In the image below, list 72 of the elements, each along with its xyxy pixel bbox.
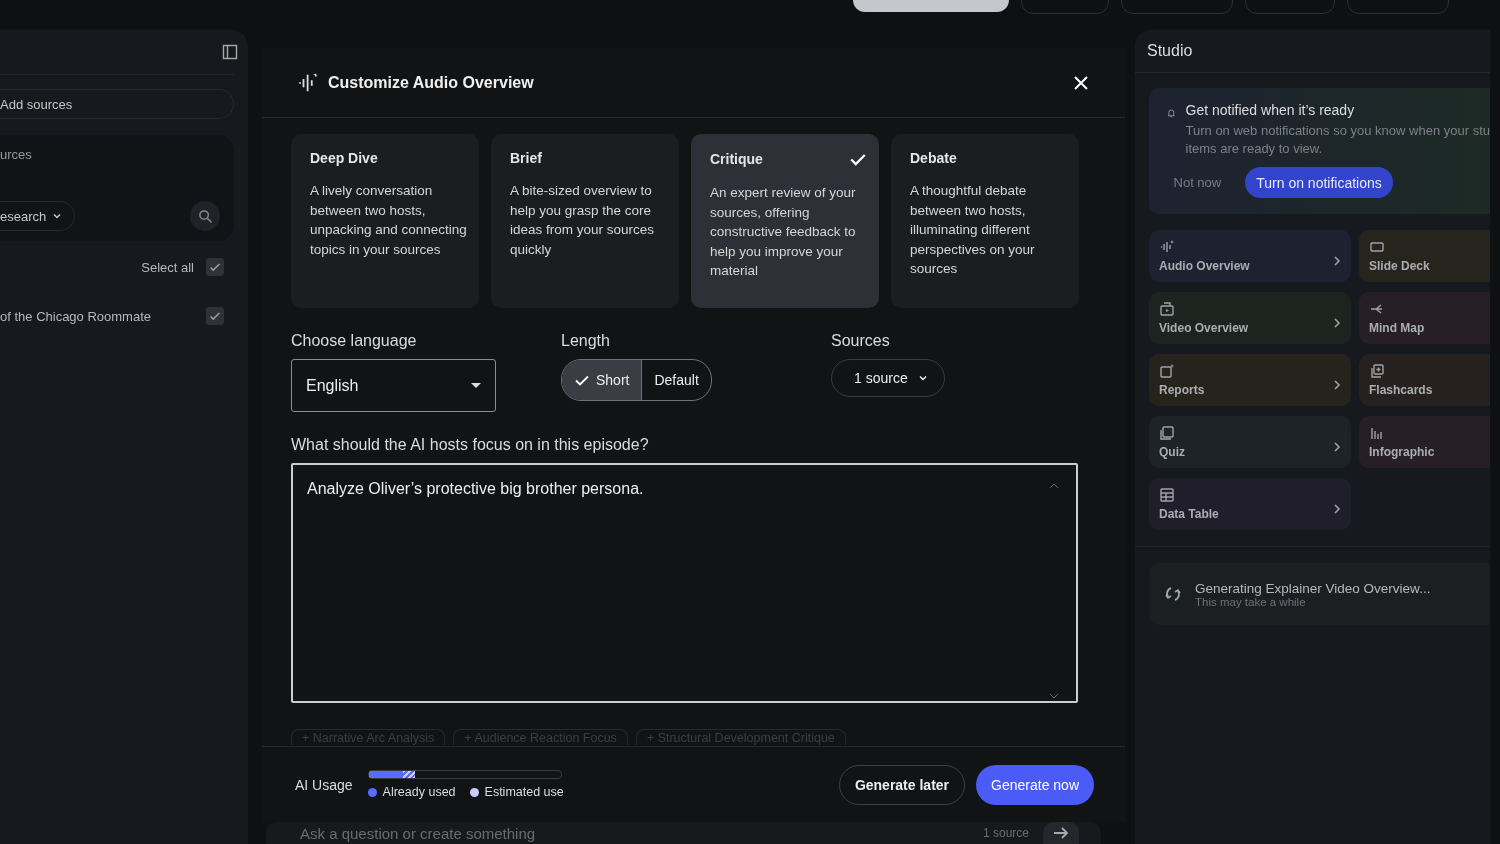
waveform-icon	[1159, 239, 1175, 255]
caret-icon	[917, 373, 928, 383]
format-description: A bite-sized overview to help you grasp the core ideas from your sources quickly	[510, 182, 656, 259]
notifications-button[interactable]: Turn on notifications	[1245, 167, 1393, 198]
chat-placeholder: Ask a question or create something	[300, 824, 537, 842]
panel-toggle-icon[interactable]	[222, 44, 238, 60]
notice-text: items are ready to view.	[1185, 139, 1323, 157]
format-description: A thoughtful debate between two hosts, illuminating different perspectives on your sources	[910, 182, 1036, 278]
checkbox[interactable]	[206, 257, 224, 276]
studio-tool[interactable]: Flashcards	[1359, 354, 1490, 406]
format-card[interactable]: Deep Dive A lively conversation between two hosts, unpacking and connecting topics in your sources	[291, 134, 479, 308]
scroll-down-icon[interactable]	[1050, 693, 1058, 699]
language-label: Choose language	[291, 332, 418, 350]
generating-subtitle: This may take a while	[1195, 595, 1306, 608]
source-count: 1 source	[982, 826, 1029, 840]
sync-icon	[1163, 584, 1183, 604]
generate-now-button[interactable]: Generate now	[976, 764, 1094, 805]
studio-tool[interactable]: Audio Overview	[1149, 230, 1351, 282]
generating-title: Generating Explainer Video Overview...	[1195, 580, 1431, 596]
sources-label: Sources	[831, 332, 891, 350]
format-title: Debate	[910, 150, 957, 166]
caret-icon	[471, 382, 481, 389]
quiz-icon	[1159, 425, 1175, 441]
format-card[interactable]: Critique An expert review of your sources, offering constructive feedback to help you improve your material	[691, 134, 879, 308]
usage-label: AI Usage	[295, 776, 353, 793]
search-icon	[197, 208, 213, 224]
studio-tool[interactable]: Slide Deck	[1359, 230, 1490, 282]
dialog-title: Customize Audio Overview	[328, 73, 535, 92]
format-card[interactable]: Brief A bite-sized overview to help you grasp the core ideas from your sources quickly	[491, 134, 679, 308]
studio-tool[interactable]: Reports	[1149, 354, 1351, 406]
legend-label: Estimated use	[484, 785, 564, 799]
length-option[interactable]: Default	[641, 360, 711, 400]
studio-tool[interactable]: Infographic	[1359, 416, 1490, 468]
slide-icon	[1369, 239, 1385, 255]
legend-label: Already used	[382, 785, 456, 799]
select-all-label: Select all	[141, 259, 194, 275]
table-icon	[1159, 487, 1175, 503]
bar-chart-icon	[1369, 425, 1385, 441]
report-icon	[1159, 363, 1175, 379]
studio-tool[interactable]: Mind Map	[1359, 292, 1490, 344]
length-option[interactable]: Short	[562, 360, 642, 400]
panel-title: Studio	[1147, 42, 1193, 60]
notice-title: Get notified when it’s ready	[1185, 102, 1356, 118]
cards-icon	[1369, 363, 1385, 379]
language-select[interactable]: English	[291, 359, 496, 412]
not-now-button[interactable]: Not now	[1163, 175, 1232, 190]
box-title: urces	[0, 147, 33, 162]
format-description: A lively conversation between two hosts, unpacking and connecting topics in your sources	[310, 182, 467, 259]
format-title: Deep Dive	[310, 150, 378, 166]
format-card[interactable]: Debate A thoughtful debate between two hosts, illuminating different perspectives on your sources	[891, 134, 1079, 308]
studio-tool[interactable]: Data Table	[1149, 478, 1351, 530]
legend-dot	[367, 787, 377, 797]
caret-icon	[52, 211, 63, 221]
scroll-up-icon[interactable]	[1050, 483, 1058, 489]
format-title: Brief	[510, 150, 542, 166]
legend-dot	[469, 787, 479, 797]
studio-tool[interactable]: Quiz	[1149, 416, 1351, 468]
length-label: Length	[561, 332, 611, 350]
checkbox[interactable]	[206, 306, 224, 325]
waveform-icon	[298, 71, 320, 94]
focus-label: What should the AI hosts focus on in this episode?	[291, 436, 650, 454]
send-button[interactable]	[1043, 822, 1079, 844]
studio-tool[interactable]: Video Overview	[1149, 292, 1351, 344]
format-title: Critique	[710, 151, 763, 167]
arrow-icon	[1053, 826, 1069, 840]
video-icon	[1159, 301, 1175, 317]
search-button[interactable]	[190, 201, 220, 231]
focus-field[interactable]: Analyze Oliver’s protective big brother persona.	[291, 463, 1078, 703]
source-title[interactable]: of the Chicago Roommate	[0, 308, 152, 324]
format-description: An expert review of your sources, offering constructive feedback to help you improve your material	[710, 184, 857, 280]
notice-text: Turn on web notifications so you know when your stu	[1185, 122, 1490, 140]
close-button[interactable]	[1073, 74, 1089, 91]
